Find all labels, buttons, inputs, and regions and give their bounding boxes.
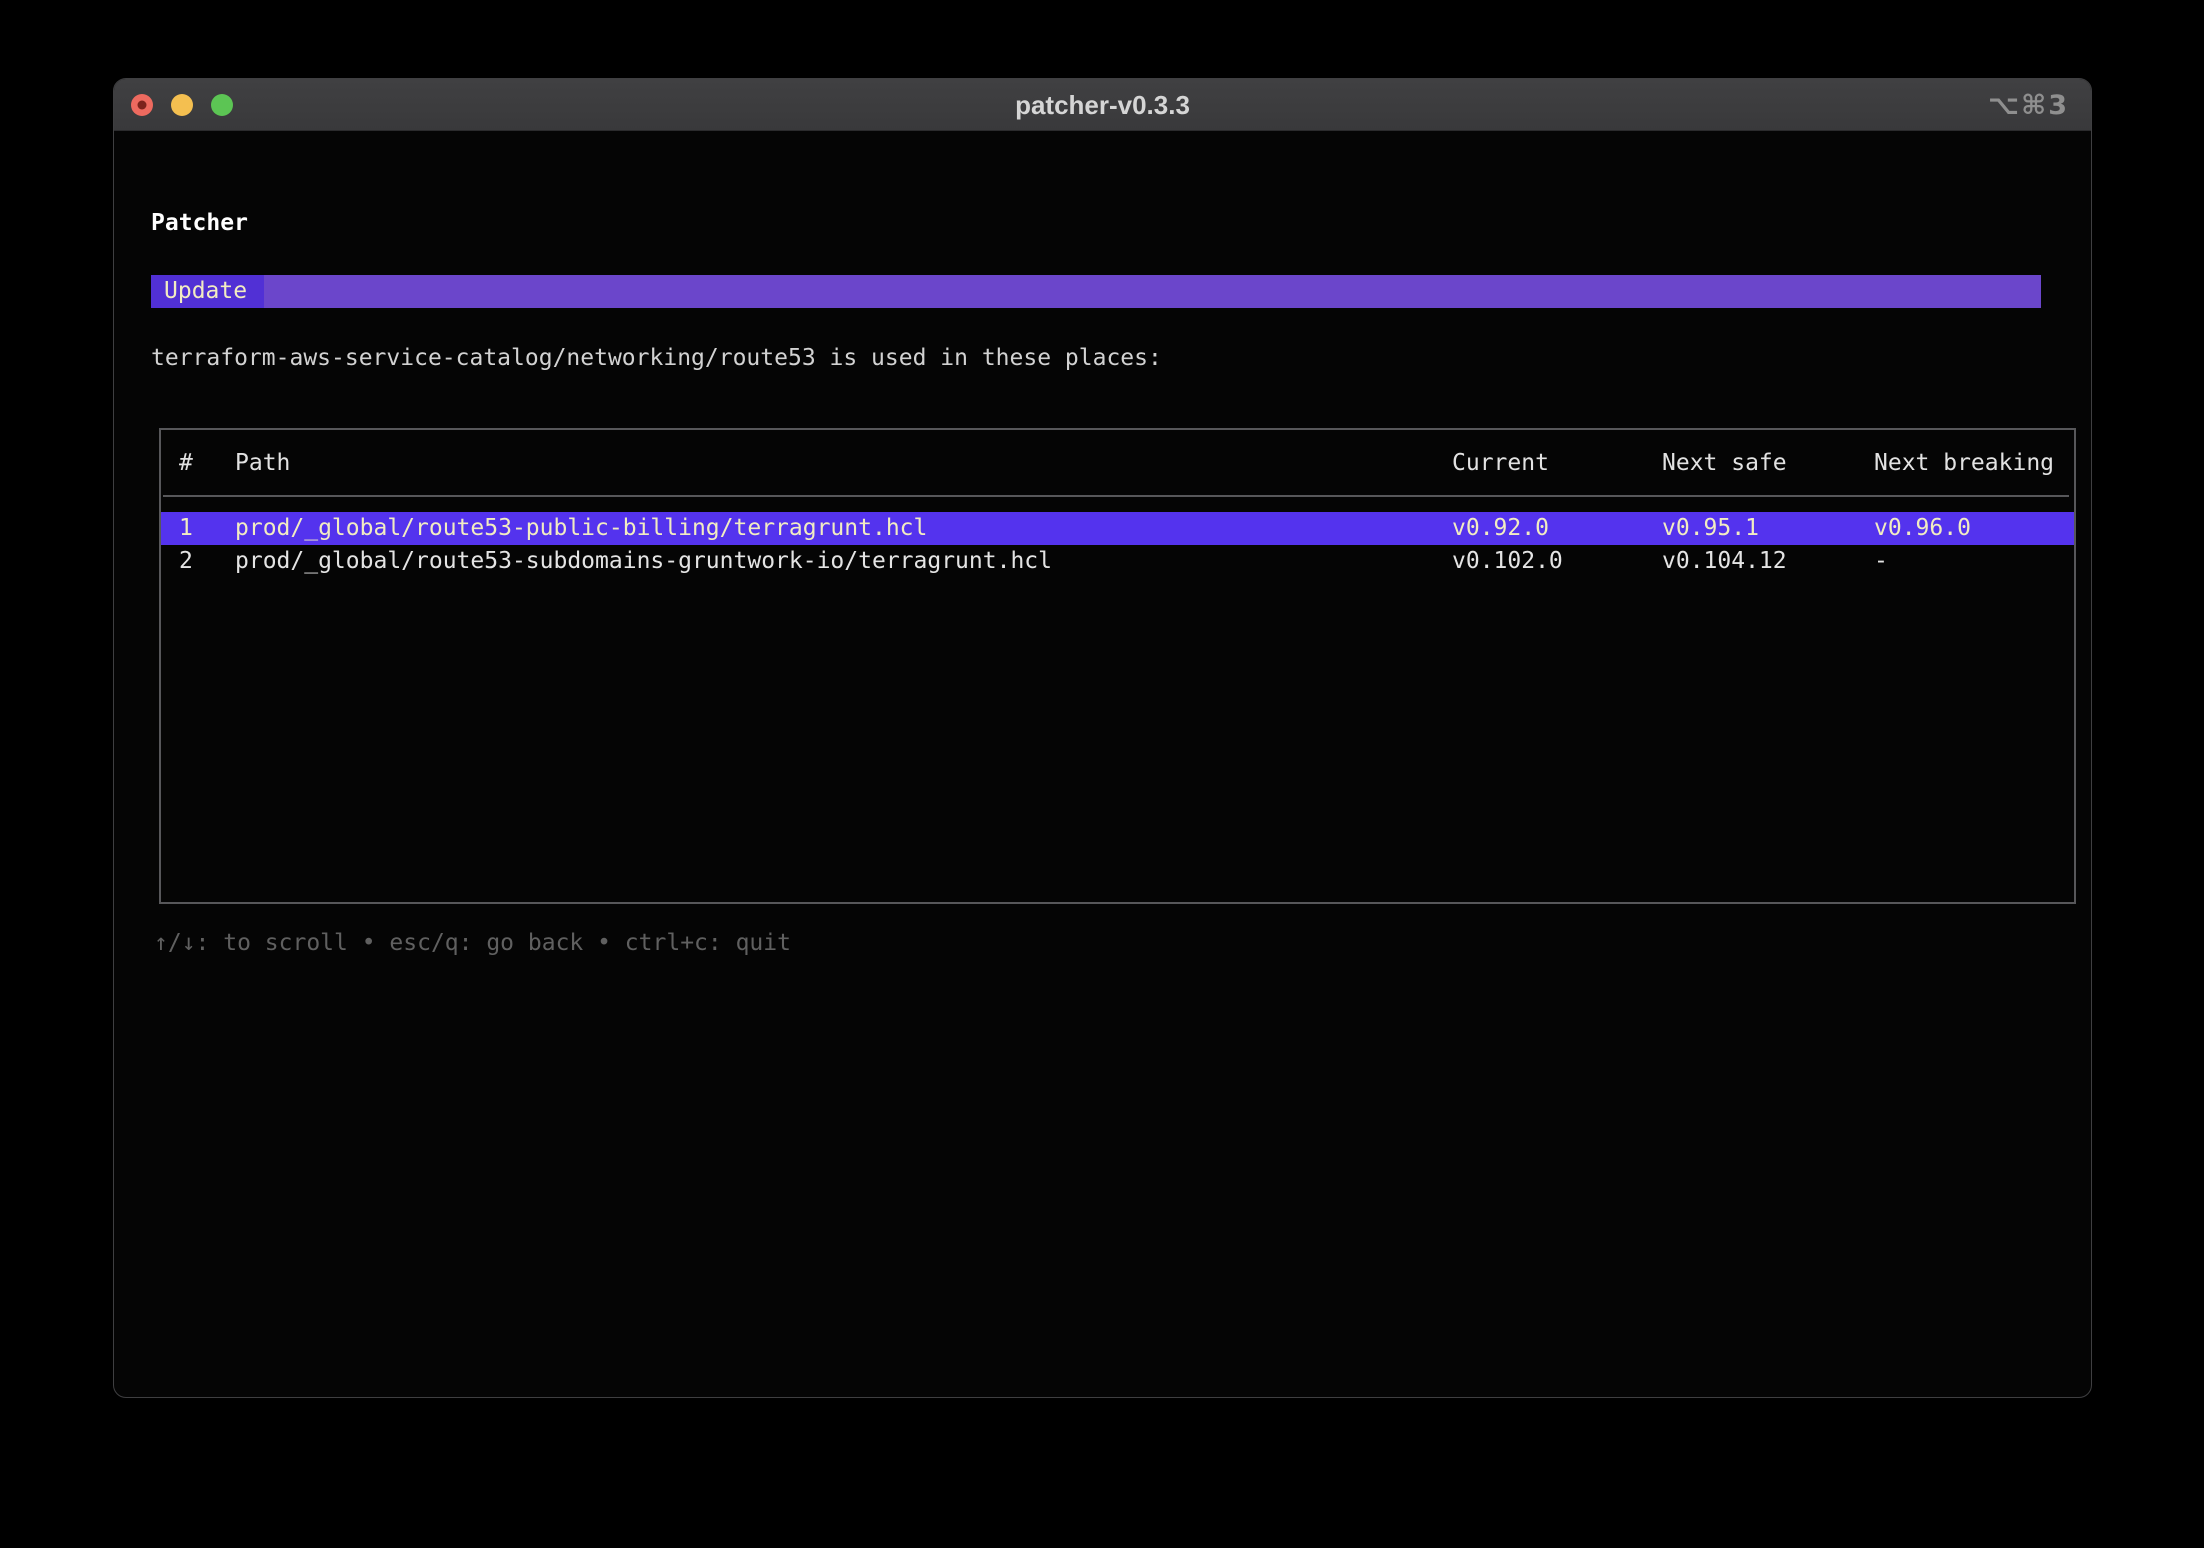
header-separator	[163, 495, 2069, 497]
row-path: prod/_global/route53-subdomains-gruntwor…	[235, 545, 1452, 578]
table-row[interactable]: 2 prod/_global/route53-subdomains-gruntw…	[161, 545, 2074, 578]
row-num: 2	[179, 545, 235, 578]
column-header-path: Path	[235, 447, 1452, 480]
row-next-breaking-version: -	[1874, 545, 2067, 578]
row-num: 1	[179, 512, 235, 545]
row-next-safe-version: v0.104.12	[1662, 545, 1874, 578]
row-current-version: v0.92.0	[1452, 512, 1662, 545]
table-row[interactable]: 1 prod/_global/route53-public-billing/te…	[161, 512, 2074, 545]
table-body: 1 prod/_global/route53-public-billing/te…	[161, 512, 2074, 578]
tab-bar: Update	[151, 275, 2041, 308]
column-header-num: #	[179, 447, 235, 480]
terminal-window: patcher-v0.3.3 ⌥⌘3 Patcher Update terraf…	[113, 78, 2092, 1398]
row-next-safe-version: v0.95.1	[1662, 512, 1874, 545]
column-header-current: Current	[1452, 447, 1662, 480]
row-current-version: v0.102.0	[1452, 545, 1662, 578]
tab-update[interactable]: Update	[151, 275, 264, 308]
column-header-next-safe: Next safe	[1662, 447, 1874, 480]
window-shortcut-badge: ⌥⌘3	[1988, 79, 2069, 131]
table-header-row: # Path Current Next safe Next breaking	[161, 447, 2074, 480]
usage-description: terraform-aws-service-catalog/networking…	[151, 343, 1162, 373]
window-title: patcher-v0.3.3	[114, 79, 2091, 131]
keyboard-hints: ↑/↓: to scroll • esc/q: go back • ctrl+c…	[154, 928, 791, 958]
column-header-next-breaking: Next breaking	[1874, 447, 2067, 480]
page-title: Patcher	[151, 209, 248, 237]
usage-table: # Path Current Next safe Next breaking 1…	[159, 428, 2076, 904]
row-path: prod/_global/route53-public-billing/terr…	[235, 512, 1452, 545]
row-next-breaking-version: v0.96.0	[1874, 512, 2067, 545]
window-titlebar: patcher-v0.3.3 ⌥⌘3	[114, 79, 2091, 131]
